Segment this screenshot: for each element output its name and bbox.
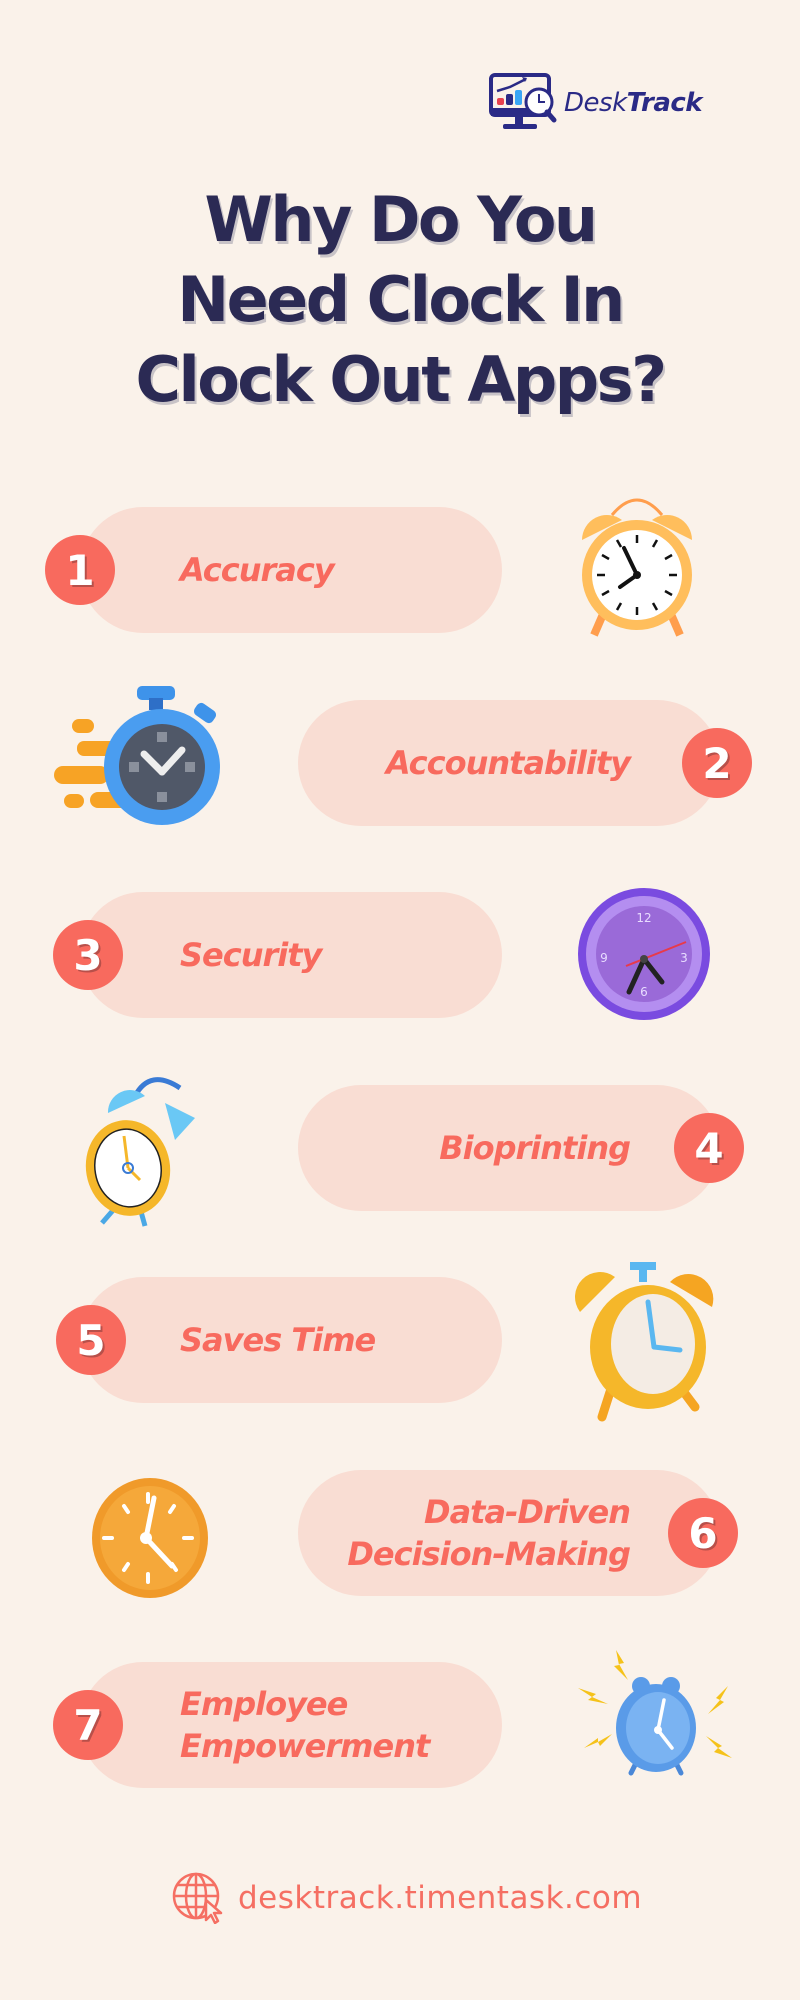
orange-alarm-clock-icon xyxy=(582,498,692,637)
item-label: Saves Time xyxy=(180,1321,376,1359)
number-badge: 5 xyxy=(56,1305,126,1375)
number-badge: 2 xyxy=(682,728,752,798)
item-label-line: Empowerment xyxy=(180,1727,430,1765)
page-title: Why Do You Need Clock In Clock Out Apps? xyxy=(0,180,800,420)
item-label: Data-Driven Decision-Making xyxy=(347,1491,631,1575)
title-line: Clock Out Apps? xyxy=(135,343,667,416)
item-label: Accountability xyxy=(385,744,631,782)
item-accountability: Accountability xyxy=(298,700,720,826)
svg-text:6: 6 xyxy=(640,985,648,999)
number-badge: 7 xyxy=(53,1690,123,1760)
item-saves-time: Saves Time xyxy=(80,1277,502,1403)
item-label-line: Decision-Making xyxy=(347,1535,631,1573)
number-badge: 1 xyxy=(45,535,115,605)
svg-text:9: 9 xyxy=(600,951,608,965)
item-data-driven-decision-making: Data-Driven Decision-Making xyxy=(298,1470,720,1596)
item-label: Accuracy xyxy=(180,551,335,589)
item-bioprinting: Bioprinting xyxy=(298,1085,720,1211)
blue-stopwatch-icon xyxy=(54,686,220,825)
item-security: Security xyxy=(80,892,502,1018)
item-label: Employee Empowerment xyxy=(180,1683,430,1767)
website-url[interactable]: desktrack.timentask.com xyxy=(238,1880,642,1916)
item-label-line: Employee xyxy=(180,1685,348,1723)
item-label: Security xyxy=(180,936,322,974)
svg-text:12: 12 xyxy=(636,911,651,925)
item-label-line: Data-Driven xyxy=(424,1493,631,1531)
yellow-3d-alarm-clock-icon xyxy=(575,1262,714,1422)
svg-text:3: 3 xyxy=(680,951,688,965)
title-line: Need Clock In xyxy=(177,263,625,336)
desktrack-logo: DeskTrack xyxy=(488,72,703,134)
number-badge: 3 xyxy=(53,920,123,990)
brand-name: DeskTrack xyxy=(564,88,703,118)
title-line: Why Do You xyxy=(204,183,598,256)
orange-wall-clock-icon xyxy=(92,1478,208,1598)
item-label: Bioprinting xyxy=(439,1129,631,1167)
item-accuracy: Accuracy xyxy=(80,507,502,633)
item-employee-empowerment: Employee Empowerment xyxy=(80,1662,502,1788)
monitor-chart-clock-magnifier-icon xyxy=(489,73,557,129)
number-badge: 4 xyxy=(674,1113,744,1183)
blue-ringing-alarm-clock-icon xyxy=(578,1650,732,1776)
purple-wall-clock-icon: 12 6 9 3 xyxy=(578,888,710,1020)
ringing-alarm-clock-icon xyxy=(85,1077,195,1227)
number-badge: 6 xyxy=(668,1498,738,1568)
website-footer: desktrack.timentask.com xyxy=(172,1872,642,1924)
globe-cursor-icon xyxy=(172,1872,223,1924)
